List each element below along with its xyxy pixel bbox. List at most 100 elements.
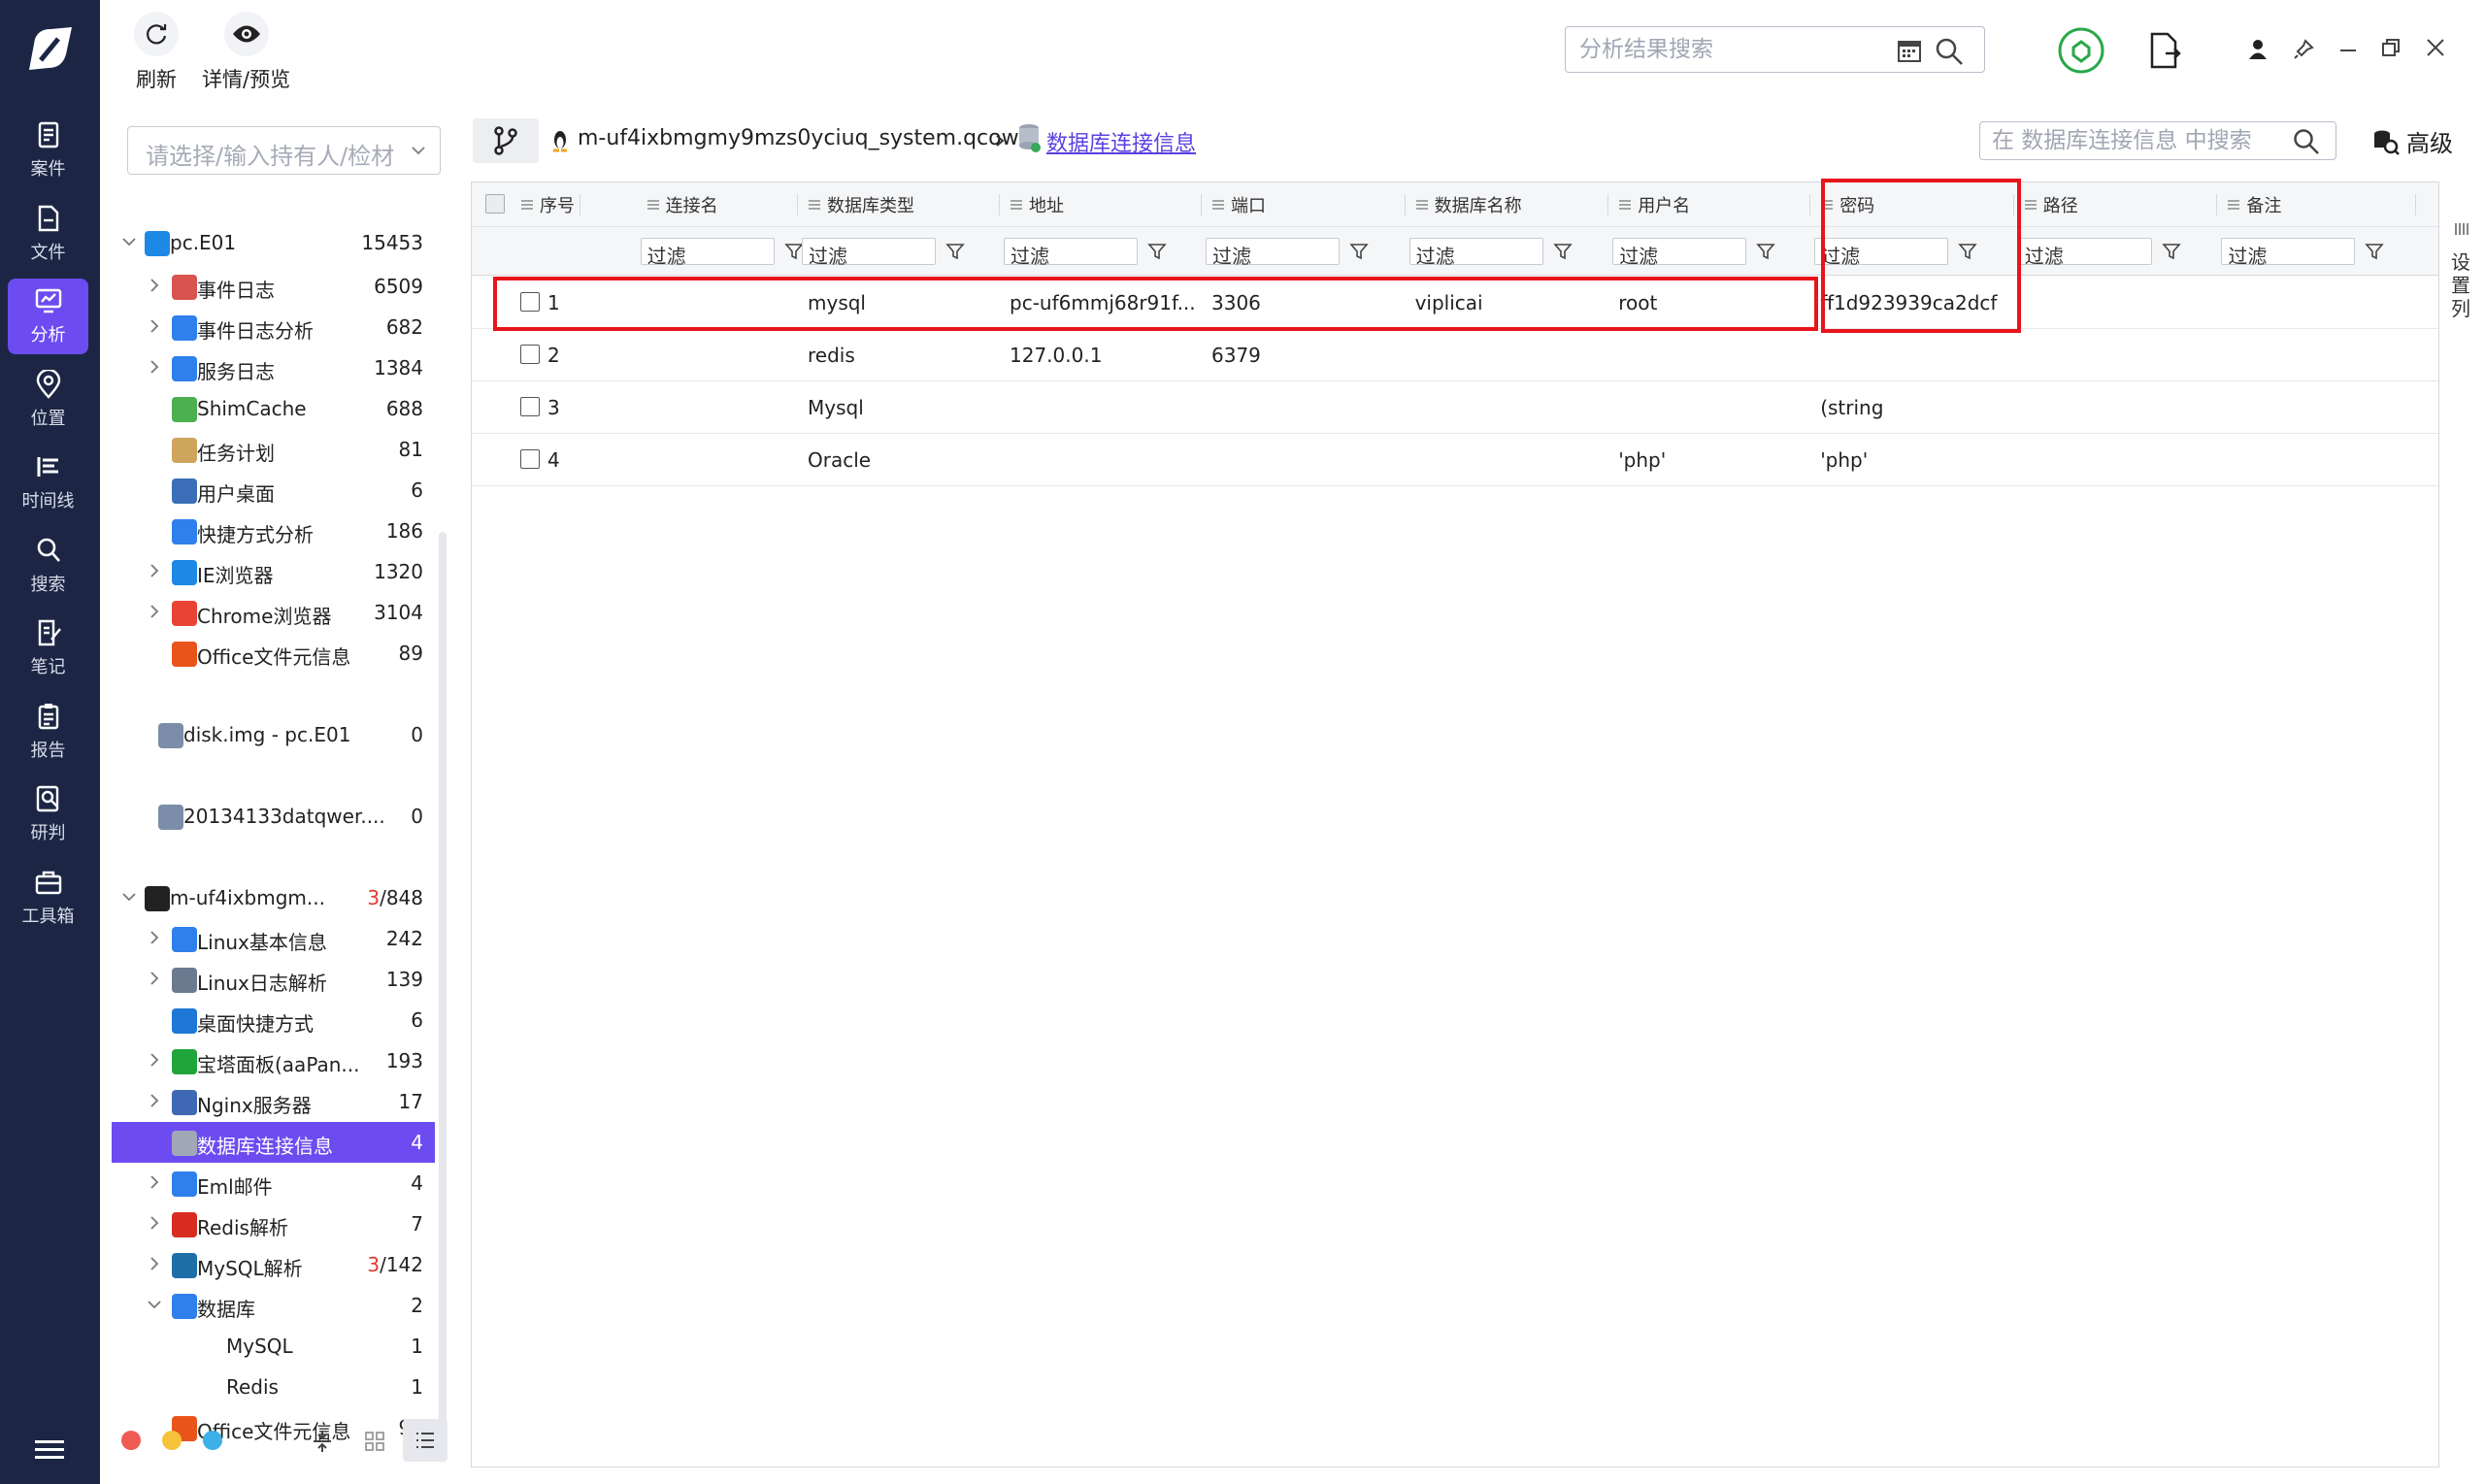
pin-icon[interactable] xyxy=(2293,39,2314,60)
select-all-checkbox[interactable] xyxy=(485,194,505,214)
drag-handle-icon[interactable] xyxy=(520,199,534,211)
column-header[interactable]: 用户名 xyxy=(1608,182,1811,227)
row-checkbox[interactable] xyxy=(520,449,540,469)
tree-item[interactable]: m-uf4ixbmgm... 3/848 xyxy=(112,877,435,918)
search-icon[interactable] xyxy=(2293,128,2320,155)
chevron-down-icon[interactable] xyxy=(121,234,137,249)
yellow-dot-icon[interactable] xyxy=(162,1431,182,1450)
tree-item[interactable]: disk.img - pc.E01 0 xyxy=(112,714,435,755)
tree-scrollbar[interactable] xyxy=(439,532,447,1425)
nav-item-location[interactable]: 位置 xyxy=(8,362,88,438)
tree-item[interactable]: Office文件元信息 89 xyxy=(112,633,435,674)
table-row[interactable]: 2 redis 127.0.0.1 6379 xyxy=(472,329,2438,381)
chevron-right-icon[interactable] xyxy=(147,604,162,619)
search-icon[interactable] xyxy=(1935,37,1964,66)
collapse-all-icon[interactable] xyxy=(312,1429,333,1454)
calendar-icon[interactable] xyxy=(1896,37,1923,64)
app-logo-icon[interactable] xyxy=(21,21,78,78)
drag-handle-icon[interactable] xyxy=(1211,199,1225,211)
chevron-right-icon[interactable] xyxy=(147,930,162,945)
filter-icon[interactable] xyxy=(1552,242,1573,261)
drag-handle-icon[interactable] xyxy=(808,199,821,211)
tree-item[interactable]: 20134133datqwer.... 0 xyxy=(112,796,435,837)
tree-item[interactable]: Nginx服务器 17 xyxy=(112,1081,435,1122)
chevron-right-icon[interactable] xyxy=(147,359,162,375)
tree-item[interactable]: 事件日志分析 682 xyxy=(112,307,435,347)
column-header[interactable]: 数据库名称 xyxy=(1406,182,1609,227)
tree-item[interactable]: 事件日志 6509 xyxy=(112,266,435,307)
restore-icon[interactable] xyxy=(2380,37,2402,58)
filter-input[interactable]: 过滤 xyxy=(802,238,936,268)
list-view-button[interactable] xyxy=(403,1419,447,1462)
filter-icon[interactable] xyxy=(1147,242,1167,261)
tree-item[interactable]: Redis 1 xyxy=(112,1367,435,1407)
refresh-button[interactable]: 刷新 xyxy=(134,12,179,99)
chevron-right-icon[interactable] xyxy=(147,1052,162,1068)
holder-select[interactable]: 请选择/输入持有人/检材 xyxy=(127,126,441,175)
filter-input[interactable]: 过滤 xyxy=(1408,238,1543,268)
table-row[interactable]: 4 Oracle 'php' 'php' xyxy=(472,434,2438,486)
row-checkbox[interactable] xyxy=(520,345,540,364)
filter-icon[interactable] xyxy=(1756,242,1775,261)
tree-item[interactable]: 数据库连接信息 4 xyxy=(112,1122,435,1163)
chevron-right-icon[interactable] xyxy=(147,318,162,334)
drag-handle-icon[interactable] xyxy=(2227,199,2240,211)
column-header[interactable]: 连接名 xyxy=(637,182,798,227)
filter-icon[interactable] xyxy=(783,242,804,261)
filter-input[interactable]: 过滤 xyxy=(1206,238,1340,268)
tree-item[interactable]: IE浏览器 1320 xyxy=(112,551,435,592)
export-icon[interactable] xyxy=(2148,32,2181,69)
column-header[interactable]: 路径 xyxy=(2014,182,2218,227)
menu-icon[interactable] xyxy=(33,1436,66,1464)
analysis-search-input[interactable] xyxy=(1579,35,1871,64)
nav-item-timeline[interactable]: 时间线 xyxy=(8,445,88,520)
nav-item-search[interactable]: 搜索 xyxy=(8,528,88,604)
nav-item-case[interactable]: 案件 xyxy=(8,113,88,188)
drag-handle-icon[interactable] xyxy=(646,199,660,211)
filter-input[interactable]: 过滤 xyxy=(1004,238,1138,268)
drag-handle-icon[interactable] xyxy=(2024,199,2038,211)
column-header[interactable]: 地址 xyxy=(1000,182,1202,227)
tree-item[interactable]: Chrome浏览器 3104 xyxy=(112,592,435,633)
filter-icon[interactable] xyxy=(1349,242,1369,261)
tree-item[interactable]: 快捷方式分析 186 xyxy=(112,511,435,551)
tree-item[interactable]: MySQL解析 3/142 xyxy=(112,1244,435,1285)
column-settings[interactable]: 设置列 xyxy=(2439,105,2485,1468)
chevron-right-icon[interactable] xyxy=(147,1174,162,1190)
nav-item-file[interactable]: 文件 xyxy=(8,196,88,272)
chevron-right-icon[interactable] xyxy=(147,1093,162,1108)
user-icon[interactable] xyxy=(2248,39,2268,60)
detail-preview-button[interactable]: 详情/预览 xyxy=(202,12,290,99)
content-search-input[interactable] xyxy=(1992,127,2269,154)
filter-icon[interactable] xyxy=(2365,242,2385,261)
tree-item[interactable]: 服务日志 1384 xyxy=(112,347,435,388)
tree-item[interactable]: ShimCache 688 xyxy=(112,388,435,429)
chevron-down-icon[interactable] xyxy=(121,889,137,905)
filter-input[interactable]: 过滤 xyxy=(640,238,775,268)
breadcrumb-path[interactable]: m-uf4ixbmgmy9mzs0yciuq_system.qcow2 xyxy=(578,126,1033,150)
breadcrumb-current[interactable]: 数据库连接信息 xyxy=(1046,126,1196,157)
close-icon[interactable] xyxy=(2425,37,2446,58)
branch-button[interactable] xyxy=(473,118,539,163)
minimize-icon[interactable] xyxy=(2337,39,2359,60)
column-header[interactable]: 备注 xyxy=(2217,182,2417,227)
tree-item[interactable]: pc.E01 15453 xyxy=(112,222,435,263)
table-row[interactable]: 3 Mysql (string xyxy=(472,381,2438,434)
chevron-right-icon[interactable] xyxy=(147,1256,162,1271)
shield-status-icon[interactable] xyxy=(2057,26,2105,75)
filter-icon[interactable] xyxy=(2162,242,2181,261)
row-checkbox[interactable] xyxy=(520,397,540,416)
tree-item[interactable]: MySQL 1 xyxy=(112,1326,435,1367)
tree-item[interactable]: Linux日志解析 139 xyxy=(112,959,435,1000)
nav-item-note[interactable]: 笔记 xyxy=(8,610,88,686)
drag-handle-icon[interactable] xyxy=(1618,199,1632,211)
chevron-right-icon[interactable] xyxy=(147,1215,162,1231)
column-header[interactable]: 序号 xyxy=(511,182,580,227)
filter-icon[interactable] xyxy=(945,242,965,261)
nav-item-report[interactable]: 报告 xyxy=(8,694,88,770)
chevron-right-icon[interactable] xyxy=(147,971,162,986)
filter-input[interactable]: 过滤 xyxy=(1612,238,1747,268)
blue-dot-icon[interactable] xyxy=(203,1431,222,1450)
tree-item[interactable]: 宝塔面板(aaPan... 193 xyxy=(112,1040,435,1081)
chevron-right-icon[interactable] xyxy=(147,563,162,578)
